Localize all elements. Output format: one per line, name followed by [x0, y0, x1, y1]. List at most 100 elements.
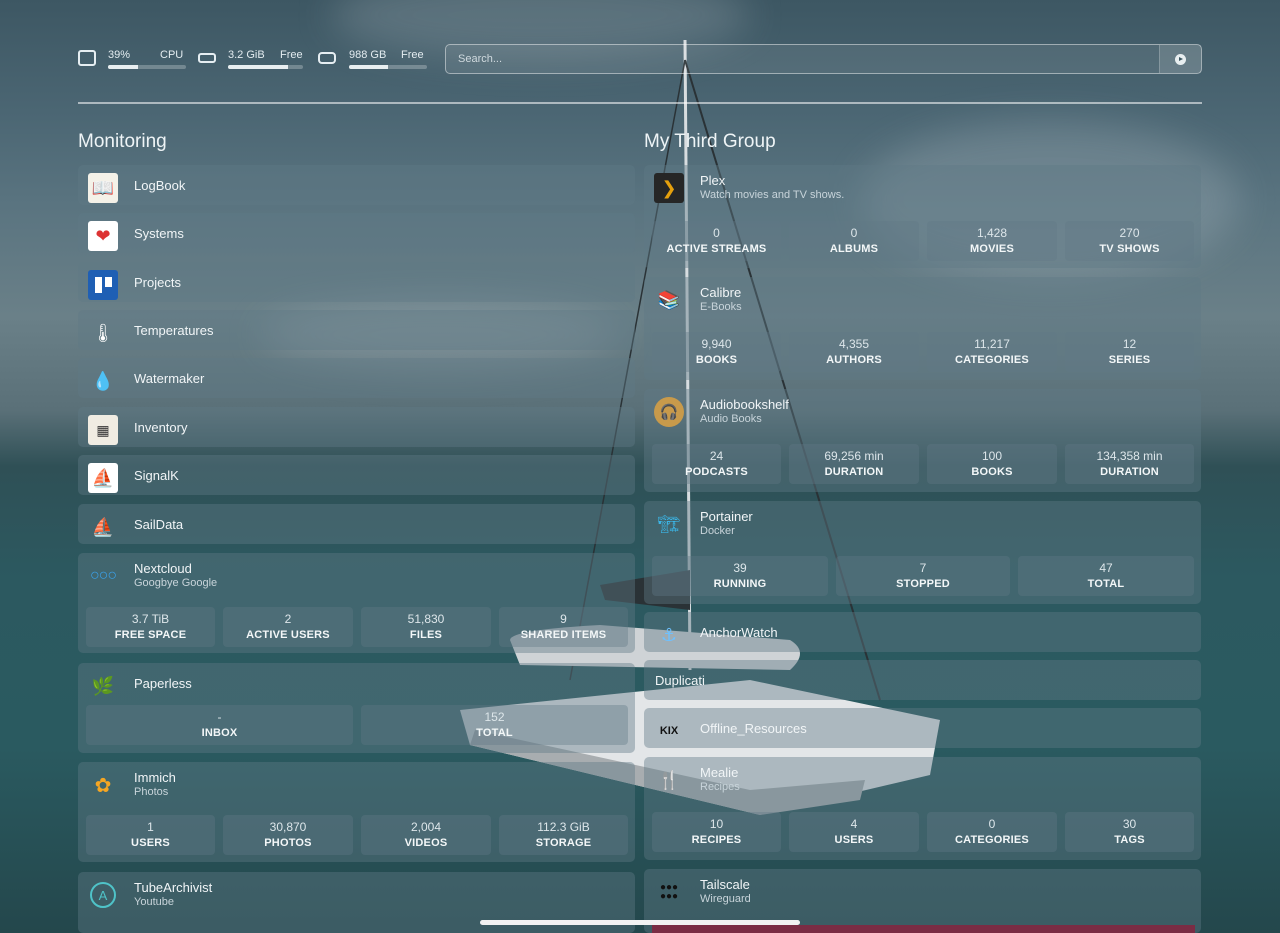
service-name: Plex: [700, 173, 726, 188]
service-name: Nextcloud: [134, 561, 192, 576]
service-name: Inventory: [134, 420, 188, 435]
header-divider: [78, 102, 1202, 104]
stat-value: 112.3 GiB: [537, 820, 590, 834]
stat-label: SHARED ITEMS: [520, 629, 607, 641]
stat-value: 39: [733, 561, 747, 575]
tailscale-icon: ●●● ●●●: [659, 882, 679, 902]
stat-value: 0: [988, 817, 996, 831]
stat-value: 9,940: [701, 337, 732, 351]
service-name: Duplicati: [655, 673, 705, 688]
stat-block: 112.3 GiB STORAGE: [499, 815, 628, 855]
service-description: Audio Books: [700, 413, 762, 425]
memory-icon: [198, 53, 216, 63]
service-name: Calibre: [700, 285, 742, 300]
stat-block: 47 TOTAL: [1018, 556, 1194, 596]
stat-label: STOPPED: [896, 578, 950, 590]
service-projects[interactable]: Projects: [78, 262, 635, 302]
stat-block: 0 ALBUMS: [789, 221, 919, 261]
disk-icon: [318, 52, 336, 64]
service-temperatures[interactable]: 🌡 Temperatures: [78, 310, 635, 350]
stat-label: RECIPES: [691, 834, 742, 846]
stat-label: CATEGORIES: [955, 834, 1029, 846]
service-offline-resources[interactable]: KIX Offline_Resources: [644, 708, 1201, 748]
cpu-icon: [78, 50, 96, 66]
stat-block: 69,256 min DURATION: [789, 444, 919, 484]
service-systems[interactable]: ❤ Systems: [78, 213, 635, 253]
stat-label: FILES: [409, 629, 443, 641]
service-name: AnchorWatch: [700, 625, 778, 640]
stat-label: MOVIES: [970, 243, 1014, 255]
service-name: Paperless: [134, 676, 192, 691]
service-logbook[interactable]: 📖 LogBook: [78, 165, 635, 205]
disk-value: 988 GB: [349, 49, 387, 61]
service-name: SailData: [134, 517, 184, 532]
stat-label: VIDEOS: [404, 837, 448, 849]
service-signalk[interactable]: ⛵ SignalK: [78, 455, 635, 495]
stat-value: 134,358 min: [1096, 449, 1163, 463]
group-title-third: My Third Group: [644, 131, 776, 152]
plex-icon: ❯: [654, 173, 684, 203]
thermometer-icon: 🌡: [91, 322, 115, 343]
stat-value: 12: [1122, 337, 1137, 351]
service-description: Youtube: [134, 896, 174, 908]
stat-value: 11,217: [974, 337, 1010, 351]
trello-icon: [88, 270, 118, 300]
stat-label: USERS: [131, 837, 170, 849]
search-go-button[interactable]: [1159, 45, 1201, 73]
service-duplicati[interactable]: Duplicati: [644, 660, 1201, 700]
service-anchorwatch[interactable]: ⚓ AnchorWatch: [644, 612, 1201, 652]
stat-value: 152: [484, 710, 505, 724]
stat-value: 2: [284, 612, 292, 626]
home-indicator: [480, 920, 800, 925]
stat-value: 4,355: [838, 337, 870, 351]
stat-block: 30 TAGS: [1065, 812, 1194, 852]
signalk-icon: ⛵: [88, 463, 118, 493]
stat-block: 9,940 BOOKS: [652, 332, 781, 372]
service-description: Watch movies and TV shows.: [700, 189, 845, 201]
stat-value: 2,004: [410, 820, 442, 834]
stat-label: SERIES: [1108, 354, 1151, 366]
stat-block: 3.7 TiB FREE SPACE: [86, 607, 215, 647]
stat-value: 100: [981, 449, 1003, 463]
stat-block: 4 USERS: [789, 812, 919, 852]
stat-label: CATEGORIES: [955, 354, 1029, 366]
stat-label: ACTIVE STREAMS: [666, 243, 767, 255]
immich-icon: ✿: [94, 774, 112, 797]
stat-block: 9 SHARED ITEMS: [499, 607, 628, 647]
stat-label: PHOTOS: [264, 837, 312, 849]
portainer-icon: 🏗: [657, 513, 681, 534]
group-title-monitoring: Monitoring: [78, 131, 167, 152]
stat-label: FREE SPACE: [114, 629, 187, 641]
stat-value: -: [217, 710, 222, 724]
stat-value: 24: [709, 449, 724, 463]
service-inventory[interactable]: ▦ Inventory: [78, 407, 635, 447]
inventory-icon: ▦: [88, 415, 118, 445]
disk-widget: 988 GB Free: [318, 44, 428, 72]
stat-label: TV SHOWS: [1099, 243, 1160, 255]
search-input[interactable]: Search...: [445, 44, 1202, 74]
service-name: Watermaker: [134, 371, 205, 386]
service-name: LogBook: [134, 178, 186, 193]
service-name: Portainer: [700, 509, 753, 524]
top-bar: 39% CPU 3.2 GiB Free 988 GB Free Search.…: [78, 44, 1202, 74]
stat-value: 1: [147, 820, 154, 834]
mealie-icon: 🍴: [657, 769, 681, 790]
stat-label: DURATION: [1100, 466, 1159, 478]
stat-block: 4,355 AUTHORS: [789, 332, 919, 372]
stat-value: 69,256 min: [824, 449, 884, 463]
service-watermaker[interactable]: 💧 Watermaker: [78, 358, 635, 398]
go-arrow-icon: [1175, 54, 1186, 65]
memory-widget: 3.2 GiB Free: [198, 44, 303, 72]
stat-label: TAGS: [1114, 834, 1145, 846]
service-name: Temperatures: [134, 323, 214, 338]
service-description: Docker: [700, 525, 735, 537]
stat-block: 134,358 min DURATION: [1065, 444, 1194, 484]
stat-block: 0 CATEGORIES: [927, 812, 1057, 852]
stat-value: 4: [850, 817, 858, 831]
stat-value: 10: [709, 817, 724, 831]
stat-label: ALBUMS: [829, 243, 879, 255]
stat-block: 7 STOPPED: [836, 556, 1010, 596]
service-name: SignalK: [134, 468, 179, 483]
service-saildata[interactable]: ⛵ SailData: [78, 504, 635, 544]
stat-block: 0 ACTIVE STREAMS: [652, 221, 781, 261]
